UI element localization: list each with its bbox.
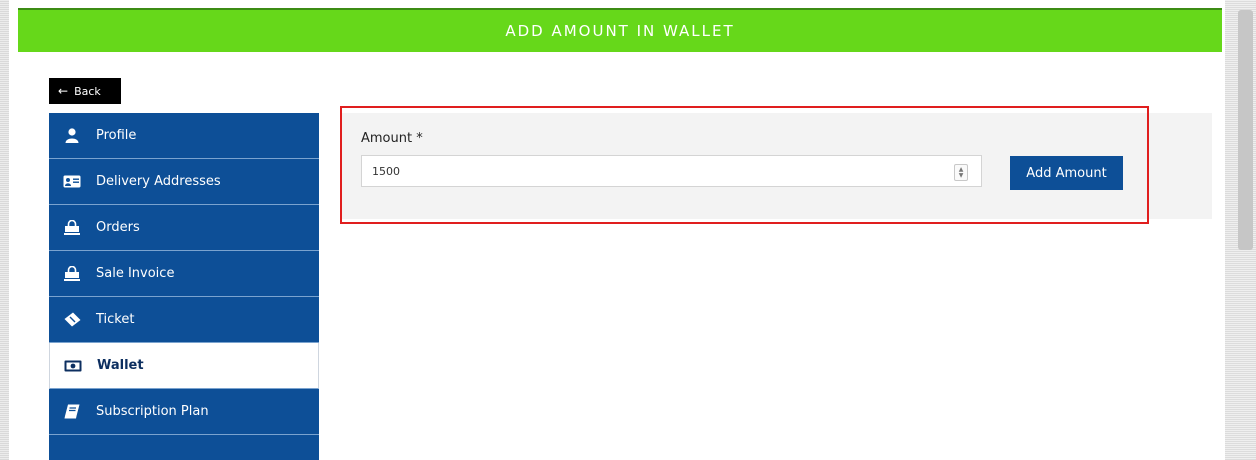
arrow-left-icon: ← [58, 84, 69, 98]
sidebar-item-label: Wallet [97, 358, 144, 373]
sidebar-item-delivery-addresses[interactable]: Delivery Addresses [49, 159, 319, 205]
sidebar-item-orders[interactable]: Orders [49, 205, 319, 251]
amount-label: Amount * [361, 131, 423, 146]
page-title-bar: ADD AMOUNT IN WALLET [18, 8, 1222, 52]
sidebar-item-wallet[interactable]: Wallet [49, 343, 319, 389]
money-bill-icon [64, 358, 82, 374]
back-button-label: Back [74, 84, 101, 98]
sidebar-item-subscription-plan[interactable]: Subscription Plan [49, 389, 319, 435]
sidebar-item-label: Delivery Addresses [96, 174, 221, 189]
page-left-edge [0, 0, 9, 460]
sidebar-item-label: Sale Invoice [96, 266, 175, 281]
sidebar-item-label: Profile [96, 128, 137, 143]
scrollbar-thumb[interactable] [1238, 10, 1253, 250]
amount-input-value: 1500 [372, 164, 400, 178]
shopping-bag-icon [63, 266, 81, 282]
sidebar-item-ticket[interactable]: Ticket [49, 297, 319, 343]
ticket-icon [63, 312, 81, 328]
add-amount-button[interactable]: Add Amount [1010, 156, 1123, 190]
user-icon [63, 128, 81, 144]
sidebar-item-label: Subscription Plan [96, 404, 209, 419]
page-title: ADD AMOUNT IN WALLET [505, 22, 735, 40]
shopping-bag-icon [63, 220, 81, 236]
amount-input[interactable]: 1500 ▲ ▼ [361, 155, 982, 187]
book-icon [63, 404, 81, 420]
sidebar-item-label: Ticket [96, 312, 135, 327]
back-button[interactable]: ← Back [49, 78, 121, 104]
sidebar-item-label: Orders [96, 220, 140, 235]
number-spinner-icon[interactable]: ▲ ▼ [954, 164, 968, 181]
account-sidebar: Profile Delivery Addresses Orders Sale I… [49, 113, 319, 460]
sidebar-item-profile[interactable]: Profile [49, 113, 319, 159]
spinner-down-icon[interactable]: ▼ [959, 172, 964, 179]
sidebar-item-sale-invoice[interactable]: Sale Invoice [49, 251, 319, 297]
address-card-icon [63, 174, 81, 190]
